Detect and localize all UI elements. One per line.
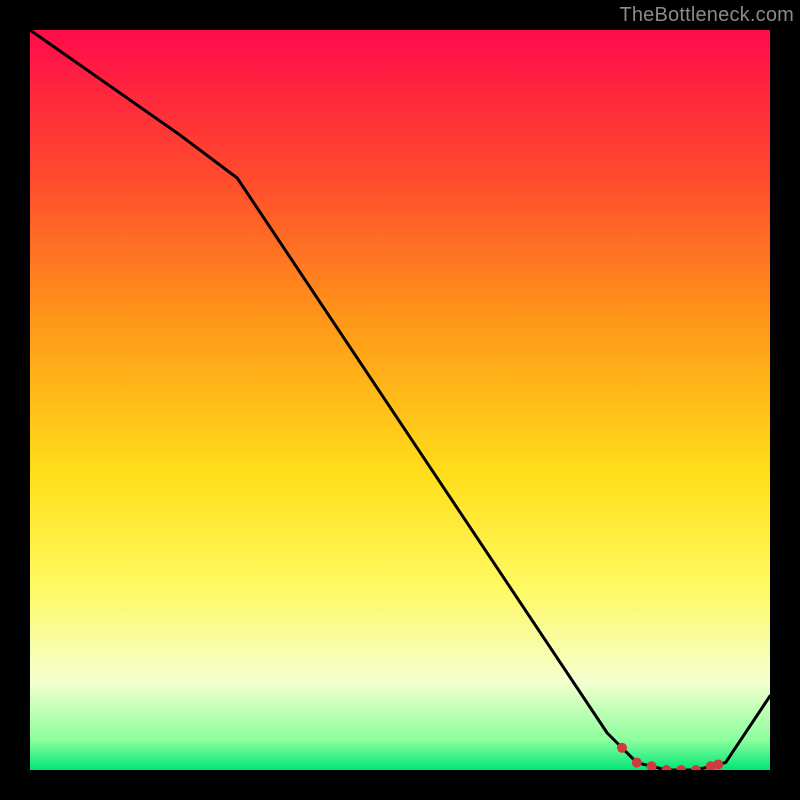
highlight-point (713, 759, 723, 769)
highlight-point (691, 765, 701, 770)
chart-frame: TheBottleneck.com (0, 0, 800, 800)
highlight-point (676, 765, 686, 770)
highlight-point (617, 743, 627, 753)
highlight-point (632, 758, 642, 768)
highlight-points (30, 30, 770, 770)
highlight-point (661, 765, 671, 770)
watermark-text: TheBottleneck.com (619, 4, 794, 27)
plot-area (30, 30, 770, 770)
highlight-point (647, 761, 657, 770)
